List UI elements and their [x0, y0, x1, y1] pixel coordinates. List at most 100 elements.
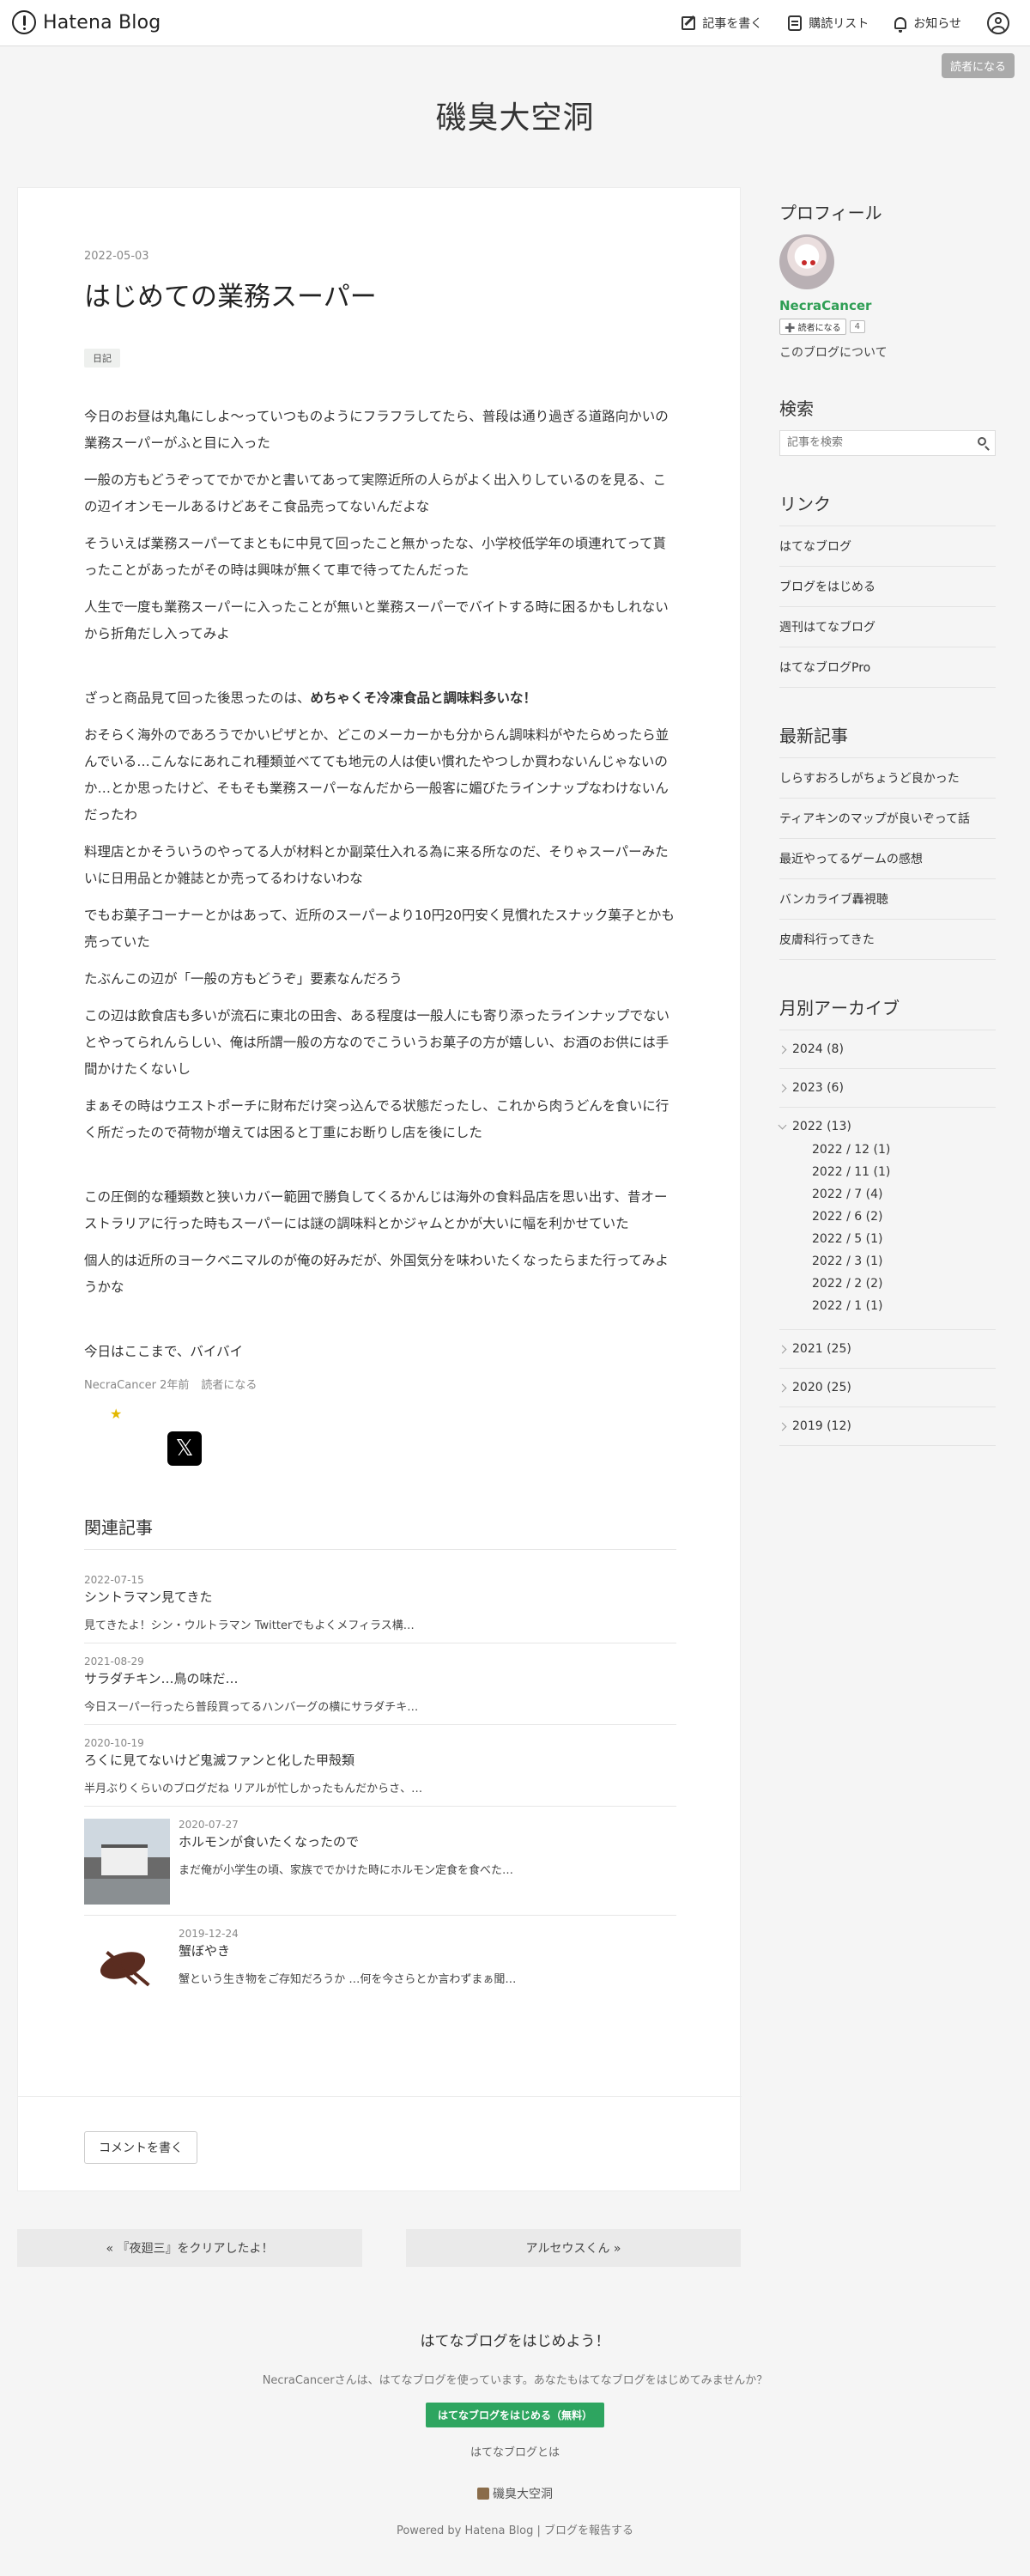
reading-list-label: 購読リスト	[809, 17, 869, 31]
related-desc: まだ俺が小学生の頃、家族ででかけた時にホルモン定食を食べた…	[179, 1863, 514, 1877]
related-title[interactable]: ホルモンが食いたくなったので	[179, 1832, 676, 1850]
subscribe-button[interactable]: 読者になる	[941, 53, 1015, 78]
about-hatena-blog-link[interactable]: はてなブログとは	[0, 2443, 1030, 2459]
recent-post-item[interactable]: バンカライブ轟視聴	[779, 879, 996, 920]
archive-month[interactable]: 2022 / 11 (1)	[779, 1161, 996, 1183]
profile-subscribe-button[interactable]: ➕ 読者になる	[779, 319, 846, 335]
recent-posts-list: しらすおろしがちょうど良かった ティアキンのマップが良いぞって話 最近やってるゲ…	[779, 757, 996, 960]
archive-year-2023[interactable]: 2023 (6)	[778, 1069, 996, 1108]
archive-year-2021[interactable]: 2021 (25)	[778, 1330, 996, 1369]
link-item[interactable]: はてなブログPro	[779, 647, 996, 688]
write-comment-button[interactable]: コメントを書く	[84, 2131, 197, 2164]
related-desc: 蟹という生き物をご存知だろうか …何を今さらとか言わずまぁ聞…	[179, 1972, 517, 1986]
archive-month[interactable]: 2022 / 7 (4)	[779, 1183, 996, 1206]
chevron-right-icon	[778, 1045, 787, 1054]
start-blog-button[interactable]: はてなブログをはじめる（無料）	[425, 2403, 604, 2427]
search-box	[779, 430, 996, 456]
user-account-icon[interactable]	[987, 12, 1009, 34]
paragraph: 今日はここまで、バイバイ	[84, 1343, 244, 1359]
recent-post-item[interactable]: 最近やってるゲームの感想	[779, 839, 996, 879]
prev-article-link[interactable]: « 『夜廻三』をクリアしたよ！	[17, 2229, 362, 2267]
archive-month[interactable]: 2022 / 6 (2)	[779, 1206, 996, 1228]
author-name[interactable]: NecraCancer 2年前	[84, 1376, 189, 1392]
write-post-link[interactable]: 記事を書く	[682, 15, 762, 32]
archive-year-2024[interactable]: 2024 (8)	[778, 1030, 996, 1069]
archive-year-2020[interactable]: 2020 (25)	[778, 1369, 996, 1407]
reading-list-link[interactable]: 購読リスト	[788, 15, 869, 32]
search-icon[interactable]	[978, 437, 986, 446]
recent-posts-module: 最新記事 しらすおろしがちょうど良かった ティアキンのマップが良いぞって話 最近…	[779, 722, 996, 960]
archive-month[interactable]: 2022 / 2 (2)	[779, 1273, 996, 1295]
paragraph: 今日のお昼は丸亀にしよ〜っていつものようにフラフラしてたら、普段は通り過ぎる道路…	[84, 408, 669, 451]
related-item[interactable]: 2021-08-29 サラダチキン…鳥の味だ… 今日スーパー行ったら普段買ってる…	[84, 1643, 676, 1725]
next-article-link[interactable]: アルセウスくん »	[406, 2229, 741, 2267]
search-input[interactable]	[780, 431, 966, 453]
search-heading: 検索	[779, 398, 814, 419]
page-footer: はてなブログをはじめよう！ NecraCancerさんは、はてなブログを使ってい…	[0, 2329, 1030, 2537]
category-tag[interactable]: 日記	[84, 348, 120, 368]
archive-year-2022[interactable]: 2022 (13)	[778, 1108, 996, 1139]
main-article-card: 2022-05-03 はじめての業務スーパー 日記 今日のお昼は丸亀にしよ〜って…	[17, 187, 742, 2191]
related-desc: 今日スーパー行ったら普段買ってるハンバーグの横にサラダチキ…	[84, 1700, 419, 1714]
notifications-link[interactable]: お知らせ	[894, 15, 961, 33]
archive-module: 月別アーカイブ 2024 (8) 2023 (6) 2022 (13) 2022…	[778, 994, 996, 1446]
related-item[interactable]: 2019-12-24 蟹ぼやき 蟹という生き物をご存知だろうか …何を今さらとか…	[84, 1916, 676, 2024]
logo-text: Hatena Blog	[43, 11, 161, 33]
recent-post-item[interactable]: しらすおろしがちょうど良かった	[779, 757, 996, 799]
paragraph: まぁその時はウエストポーチに財布だけ突っ込んでる状態だったし、これから肉うどんを…	[84, 1097, 670, 1140]
chevron-right-icon	[778, 1422, 787, 1431]
recent-post-item[interactable]: 皮膚科行ってきた	[779, 920, 996, 960]
x-share-button[interactable]: 𝕏	[167, 1431, 202, 1466]
paragraph: 一般の方もどうぞってでかでかと書いてあって実際近所の人らがよく出入りしているのを…	[84, 471, 666, 514]
sidebar: プロフィール NecraCancer ➕ 読者になる 4 このブログについて 検…	[778, 199, 996, 1480]
related-thumbnail[interactable]	[84, 1927, 170, 2014]
archive-month[interactable]: 2022 / 12 (1)	[779, 1139, 996, 1161]
paragraph: でもお菓子コーナーとかはあって、近所のスーパーより10円20円安く見慣れたスナッ…	[84, 907, 675, 950]
footer-powered: Powered by Hatena Blog | ブログを報告する	[396, 2524, 634, 2537]
related-title[interactable]: サラダチキン…鳥の味だ…	[84, 1669, 676, 1687]
related-item[interactable]: 2020-10-19 ろくに見てないけど鬼滅ファンと化した甲殻類 半月ぶりくらい…	[84, 1725, 676, 1807]
article-date[interactable]: 2022-05-03	[84, 250, 676, 263]
post-time: 2年前	[160, 1378, 190, 1392]
archive-year-2019[interactable]: 2019 (12)	[778, 1407, 996, 1446]
related-desc: 半月ぶりくらいのブログだね リアルが忙しかったもんだからさ、…	[84, 1782, 423, 1795]
paragraph: 人生で一度も業務スーパーに入ったことが無いと業務スーパーでバイトする時に困るかも…	[84, 598, 669, 641]
about-blog-link[interactable]: このブログについて	[779, 343, 996, 361]
report-blog-link[interactable]: ブログを報告する	[544, 2524, 633, 2537]
bell-icon	[894, 17, 907, 33]
reading-list-icon	[788, 15, 803, 31]
footer-subscribe-link[interactable]: 読者になる	[201, 1376, 257, 1392]
avatar[interactable]	[779, 234, 834, 289]
archive-year-label: 2024 (8)	[792, 1042, 844, 1056]
archive-list: 2024 (8) 2023 (6) 2022 (13) 2022 / 12 (1…	[778, 1030, 996, 1446]
footer-blog-link[interactable]: 磯臭大空洞	[0, 2485, 1030, 2502]
related-title[interactable]: 蟹ぼやき	[179, 1941, 676, 1959]
archive-month[interactable]: 2022 / 5 (1)	[779, 1228, 996, 1250]
related-title[interactable]: ろくに見てないけど鬼滅ファンと化した甲殻類	[84, 1751, 676, 1769]
divider	[18, 2096, 742, 2097]
related-item[interactable]: 2020-07-27 ホルモンが食いたくなったので まだ俺が小学生の頃、家族でで…	[84, 1807, 676, 1916]
article: 2022-05-03 はじめての業務スーパー 日記 今日のお昼は丸亀にしよ〜って…	[84, 250, 676, 2024]
subscriber-count[interactable]: 4	[849, 320, 866, 333]
hatena-blog-logo[interactable]: Hatena Blog	[12, 10, 161, 34]
recent-post-item[interactable]: ティアキンのマップが良いぞって話	[779, 799, 996, 839]
article-title[interactable]: はじめての業務スーパー	[84, 275, 676, 313]
link-item[interactable]: はてなブログ	[779, 526, 996, 567]
links-list: はてなブログ ブログをはじめる 週刊はてなブログ はてなブログPro	[779, 526, 996, 688]
related-articles: 関連記事 2022-07-15 シントラマン見てきた 見てきたよ！シン・ウルトラ…	[84, 1514, 676, 2024]
hatena-star-icon[interactable]: ★	[110, 1406, 122, 1422]
archive-month[interactable]: 2022 / 1 (1)	[779, 1295, 996, 1317]
related-item[interactable]: 2022-07-15 シントラマン見てきた 見てきたよ！シン・ウルトラマン Tw…	[84, 1562, 676, 1643]
blog-title[interactable]: 磯臭大空洞	[0, 93, 1030, 137]
powered-by-link[interactable]: Powered by Hatena Blog	[397, 2524, 533, 2537]
related-title[interactable]: シントラマン見てきた	[84, 1588, 676, 1606]
bold-text: めちゃくそ冷凍食品と調味料多いな！	[310, 690, 537, 706]
related-thumbnail[interactable]	[84, 1818, 170, 1905]
archive-month[interactable]: 2022 / 3 (1)	[779, 1250, 996, 1273]
global-header: Hatena Blog 記事を書く 購読リスト お知らせ	[0, 0, 1030, 46]
notifications-label: お知らせ	[913, 17, 961, 31]
link-item[interactable]: ブログをはじめる	[779, 567, 996, 607]
profile-name[interactable]: NecraCancer	[779, 298, 996, 313]
link-item[interactable]: 週刊はてなブログ	[779, 607, 996, 647]
